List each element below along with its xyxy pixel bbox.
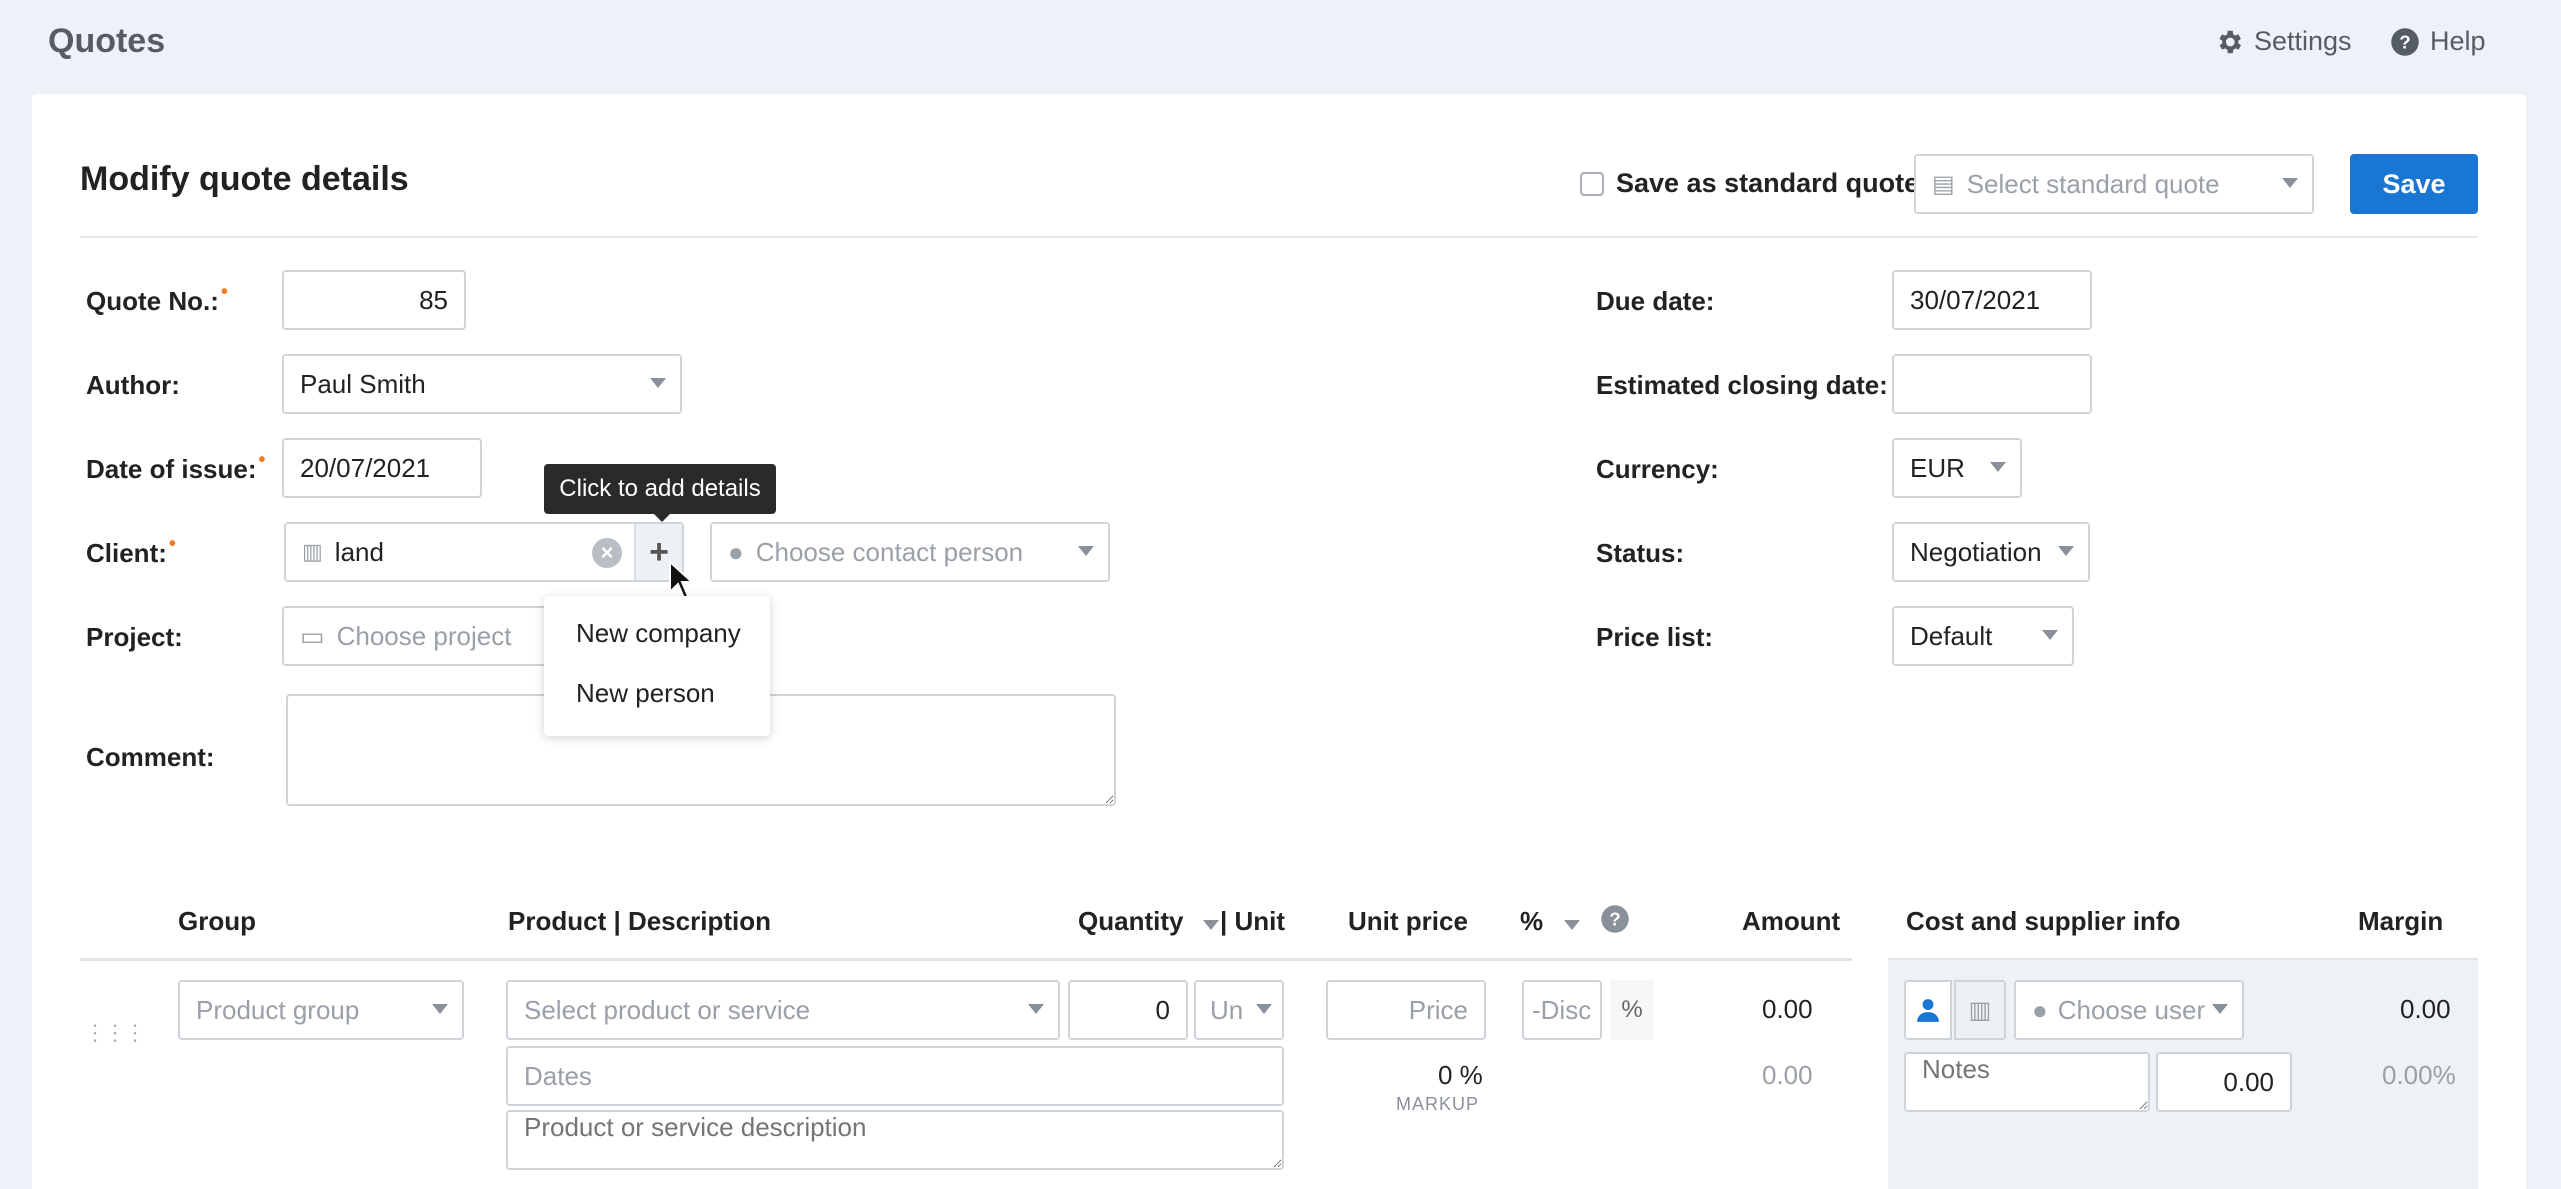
due-date-label: Due date: (1596, 286, 1715, 316)
client-input[interactable]: ▥ land (284, 522, 684, 582)
margin-percent: 0.00% (2382, 1060, 2456, 1090)
help-icon: ? (2391, 27, 2419, 56)
col-margin: Margin (2358, 906, 2444, 936)
description-textarea[interactable] (506, 1110, 1284, 1170)
chevron-down-icon (1256, 1004, 1272, 1014)
col-amount: Amount (1742, 906, 1841, 936)
comment-label: Comment: (86, 742, 215, 772)
currency-label: Currency: (1596, 454, 1719, 484)
briefcase-icon: ▭ (300, 620, 325, 651)
cost-input[interactable]: 0.00 (2156, 1052, 2292, 1112)
unit-price-input[interactable]: Price (1326, 980, 1486, 1040)
menu-item-new-company[interactable]: New company (576, 618, 741, 649)
discount-input[interactable]: -Disc (1522, 980, 1602, 1040)
markup-label: MARKUP (1396, 1094, 1480, 1114)
project-label: Project: (86, 622, 183, 652)
tooltip: Click to add details (544, 464, 776, 514)
col-product: Product | Description (508, 906, 771, 936)
date-issue-label: Date of issue: • (86, 449, 266, 484)
choose-user-select[interactable]: ● Choose user (2014, 980, 2244, 1040)
status-select[interactable]: Negotiation (1892, 522, 2090, 582)
col-percent[interactable]: % (1520, 906, 1581, 937)
chevron-down-icon (1078, 546, 1094, 556)
price-list-select[interactable]: Default (1892, 606, 2074, 666)
tooltip-arrow (652, 512, 672, 522)
save-standard-checkbox[interactable] (1580, 172, 1604, 196)
notes-textarea[interactable] (1904, 1052, 2150, 1112)
save-button[interactable]: Save (2350, 154, 2478, 214)
date-issue-input[interactable]: 20/07/2021 (282, 438, 482, 498)
user-toggle-button[interactable] (1904, 980, 1952, 1040)
form-title: Modify quote details (80, 160, 409, 198)
product-group-select[interactable]: Product group (178, 980, 464, 1040)
margin-value: 0.00 (2400, 994, 2451, 1024)
document-icon: ▤ (1932, 170, 1955, 198)
required-marker: • (168, 533, 176, 555)
col-cost-info: Cost and supplier info (1906, 906, 2181, 936)
company-toggle-button[interactable]: ▥ (1954, 980, 2006, 1040)
closing-date-label: Estimated closing date: (1596, 370, 1888, 400)
person-icon: ● (2032, 994, 2048, 1025)
chevron-down-icon (1564, 920, 1581, 930)
cursor-icon (669, 560, 694, 600)
price-list-label: Price list: (1596, 622, 1714, 652)
clear-icon[interactable]: × (592, 538, 622, 568)
settings-link[interactable]: Settings (2214, 26, 2352, 57)
save-standard-label: Save as standard quote (1616, 168, 1920, 198)
contact-person-select[interactable]: ● Choose contact person (710, 522, 1110, 582)
required-marker: • (258, 449, 266, 471)
chevron-down-icon (2058, 546, 2074, 556)
client-label: Client: • (86, 533, 176, 568)
chevron-down-icon (432, 1004, 448, 1014)
required-marker: • (220, 281, 228, 303)
person-icon: ● (728, 536, 744, 567)
svg-text:?: ? (1609, 908, 1620, 929)
chevron-down-icon (1202, 920, 1219, 930)
gear-icon (2219, 30, 2241, 53)
help-icon[interactable]: ? (1600, 904, 1630, 934)
help-label: Help (2430, 26, 2486, 56)
status-label: Status: (1596, 538, 1685, 568)
markup-value: 0 % (1438, 1060, 1483, 1090)
help-link[interactable]: ? Help (2390, 26, 2486, 57)
dates-input[interactable]: Dates (506, 1046, 1284, 1106)
row-amount-sub: 0.00 (1762, 1060, 1813, 1090)
table-divider (80, 958, 1852, 961)
unit-select[interactable]: Un (1194, 980, 1284, 1040)
svg-text:?: ? (2399, 31, 2410, 52)
col-quantity[interactable]: Quantity (1078, 906, 1219, 937)
page-title: Quotes (48, 22, 166, 60)
chevron-down-icon (2212, 1004, 2228, 1014)
add-client-menu: New company New person (544, 596, 770, 736)
author-label: Author: (86, 370, 180, 400)
quote-no-label: Quote No.: • (86, 281, 228, 316)
closing-date-input[interactable] (1892, 354, 2092, 414)
row-amount: 0.00 (1762, 994, 1813, 1024)
header-divider (80, 236, 2478, 238)
col-unit-price: Unit price (1348, 906, 1468, 936)
author-select[interactable]: Paul Smith (282, 354, 682, 414)
building-icon: ▥ (1968, 996, 1992, 1024)
select-standard-quote[interactable]: ▤ Select standard quote (1914, 154, 2314, 214)
chevron-down-icon (1028, 1004, 1044, 1014)
product-select[interactable]: Select product or service (506, 980, 1060, 1040)
chevron-down-icon (1990, 462, 2006, 472)
drag-handle-icon[interactable]: ⋮⋮⋮ (84, 1020, 146, 1046)
menu-item-new-person[interactable]: New person (576, 678, 715, 709)
quote-no-input[interactable]: 85 (282, 270, 466, 330)
settings-label: Settings (2254, 26, 2352, 56)
due-date-input[interactable]: 30/07/2021 (1892, 270, 2092, 330)
building-icon: ▥ (302, 539, 323, 564)
chevron-down-icon (2042, 630, 2058, 640)
col-unit: | Unit (1220, 906, 1286, 936)
person-icon (1917, 999, 1939, 1022)
chevron-down-icon (2282, 178, 2298, 188)
col-group: Group (178, 906, 256, 936)
percent-toggle[interactable]: % (1610, 980, 1654, 1040)
chevron-down-icon (650, 378, 666, 388)
quantity-input[interactable]: 0 (1068, 980, 1188, 1040)
currency-select[interactable]: EUR (1892, 438, 2022, 498)
